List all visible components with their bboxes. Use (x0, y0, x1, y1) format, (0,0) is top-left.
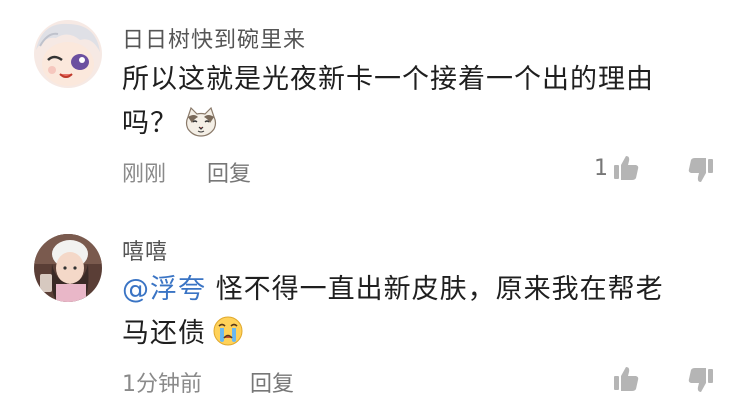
comment-text: 所以这就是光夜新卡一个接着一个出的理由 吗？ (122, 58, 732, 151)
reply-button[interactable]: 回复 (250, 366, 294, 398)
comment-text-line-2-text: 吗？ (122, 108, 178, 139)
user-avatar[interactable] (34, 20, 102, 88)
thumbs-up-icon[interactable] (611, 153, 641, 183)
thumbs-down-icon[interactable] (686, 366, 716, 396)
comment-text-line-2: 吗？ (122, 102, 732, 151)
mention-link[interactable]: @浮夸 (122, 274, 206, 305)
comment-text: @浮夸 怪不得一直出新皮肤，原来我在帮老 马还债 (122, 268, 732, 361)
username[interactable]: 日日树快到碗里来 (122, 22, 306, 54)
comment-1: 日日树快到碗里来 所以这就是光夜新卡一个接着一个出的理由 吗？ 刚刚 回复 1 (0, 0, 750, 200)
comment-time: 1分钟前 (122, 372, 202, 397)
comment-time: 刚刚 (122, 162, 167, 187)
comment-text-line-1: @浮夸 怪不得一直出新皮肤，原来我在帮老 (122, 268, 732, 312)
reply-button[interactable]: 回复 (207, 156, 251, 188)
cat-face-icon (184, 106, 218, 151)
comment-text-line-2-text: 马还债 (122, 318, 206, 349)
thumbs-down-icon[interactable] (686, 156, 716, 186)
thumbs-up-icon[interactable] (611, 364, 641, 394)
crying-face-icon (212, 315, 244, 361)
comment-text-line-1-text: 怪不得一直出新皮肤，原来我在帮老 (206, 274, 664, 305)
user-avatar[interactable] (34, 234, 102, 302)
like-count: 1 (594, 156, 608, 181)
comment-text-line-2: 马还债 (122, 312, 732, 361)
comment-text-line-1: 所以这就是光夜新卡一个接着一个出的理由 (122, 64, 654, 95)
comment-2: 嘻嘻 @浮夸 怪不得一直出新皮肤，原来我在帮老 马还债 1分钟前 回复 (0, 200, 750, 404)
username[interactable]: 嘻嘻 (122, 234, 168, 266)
